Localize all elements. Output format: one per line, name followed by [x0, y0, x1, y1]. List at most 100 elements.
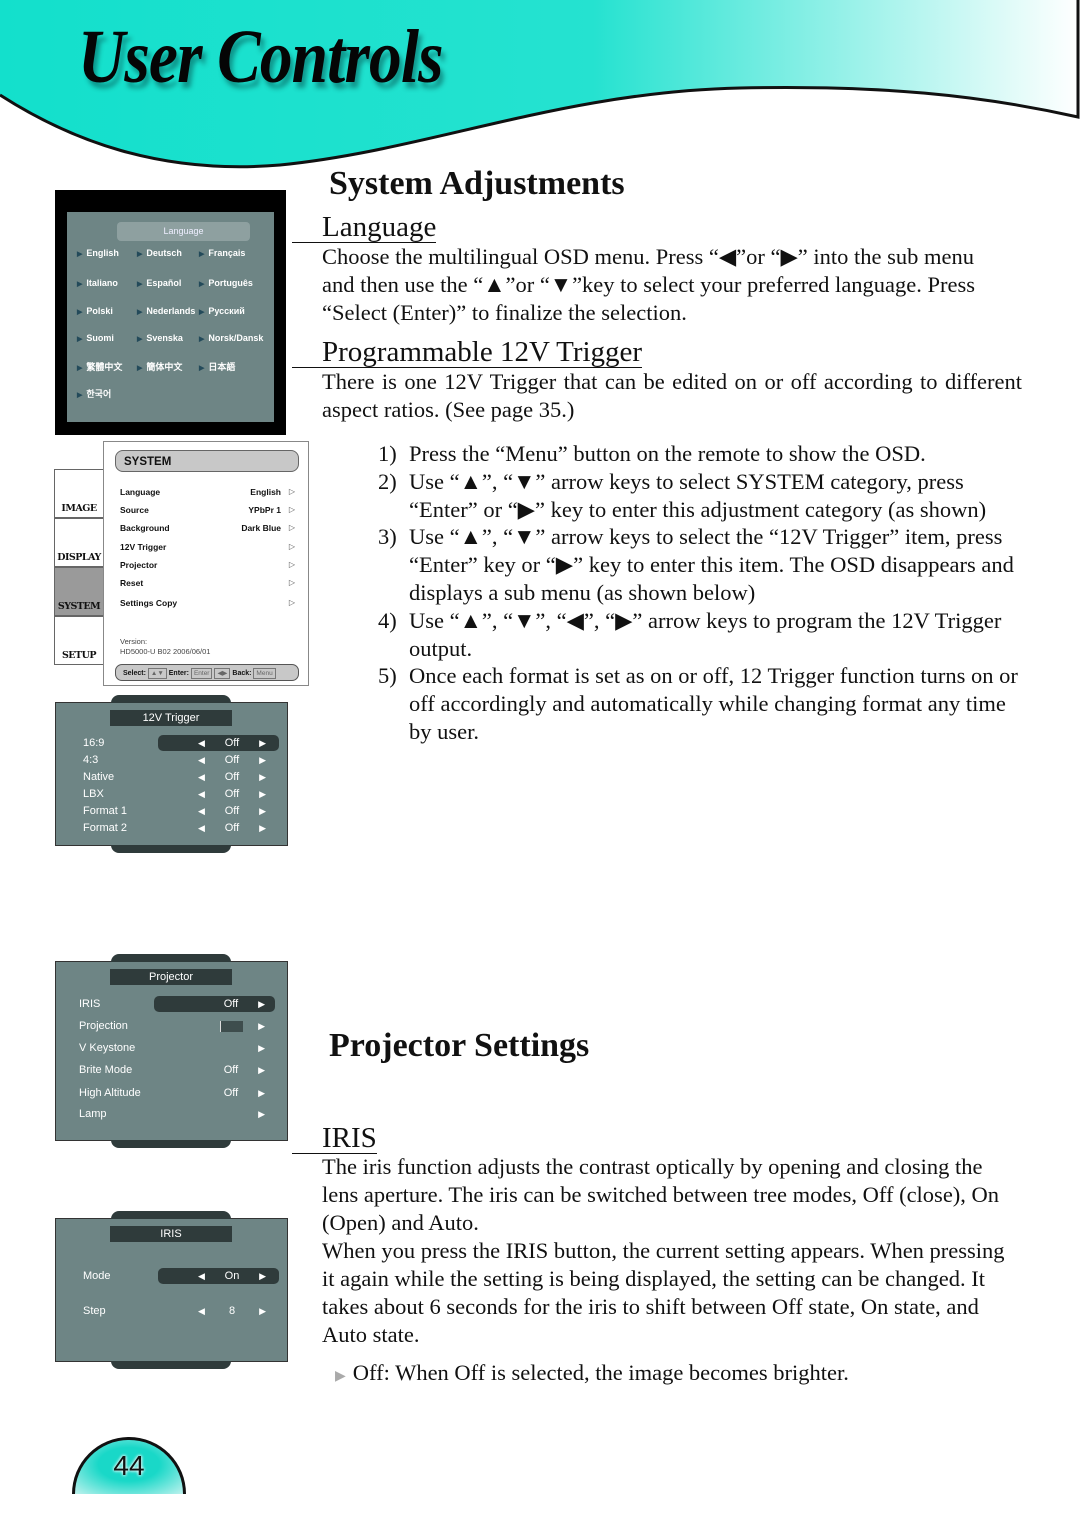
step-text: Once each format is set as on or off, 12… — [409, 663, 1018, 744]
language-option[interactable]: Português — [199, 278, 253, 288]
trigger-row[interactable]: 16:9 ◀ Off ▶ — [83, 735, 279, 751]
iris-bullet: ▶ Off: When Off is selected, the image be… — [335, 1360, 849, 1386]
enter-key: Enter — [190, 668, 213, 679]
language-option[interactable]: Suomi — [77, 333, 114, 343]
system-row-background[interactable]: Background Dark Blue ▷ — [120, 523, 295, 533]
step-text: Use “▲”, “▼” arrow keys to select SYSTEM… — [409, 468, 987, 522]
hint-select: Select: — [123, 670, 146, 677]
arrow-left-icon[interactable]: ◀ — [198, 1304, 205, 1319]
row-value: Off — [224, 822, 240, 834]
row-label: V Keystone — [79, 1042, 136, 1054]
row-label: Step — [83, 1305, 106, 1317]
language-option[interactable]: Polski — [77, 306, 113, 316]
row-control: ◀ 8 ▶ — [198, 1304, 266, 1319]
iris-row-step[interactable]: Step ◀ 8 ▶ — [83, 1304, 279, 1319]
row-label: Source — [120, 505, 149, 515]
language-option[interactable]: Français — [199, 248, 245, 258]
language-option[interactable]: Español — [137, 278, 181, 288]
arrow-left-icon[interactable]: ◀ — [198, 1269, 205, 1284]
trigger-row[interactable]: Format 1 ◀ Off ▶ — [83, 804, 279, 819]
row-value: Off — [224, 805, 240, 817]
projector-row-projection[interactable]: Projection ▶ — [79, 1019, 275, 1034]
system-row-reset[interactable]: Reset ▷ — [120, 578, 295, 588]
trigger-row[interactable]: Format 2 ◀ Off ▶ — [83, 821, 279, 836]
arrow-right-icon[interactable]: ▶ — [258, 1041, 265, 1056]
row-label: LBX — [83, 788, 104, 800]
system-row-language[interactable]: Language English ▷ — [120, 487, 295, 497]
system-row-projector[interactable]: Projector ▷ — [120, 560, 295, 570]
page-title: User Controls — [78, 15, 444, 99]
language-option[interactable]: Nederlands — [137, 306, 195, 316]
row-control: ▶ — [197, 1019, 265, 1034]
arrow-right-icon[interactable]: ▶ — [259, 770, 266, 785]
arrow-right-icon[interactable]: ▶ — [258, 1019, 265, 1034]
language-option[interactable]: English — [77, 248, 119, 258]
system-row-settings-copy[interactable]: Settings Copy ▷ — [120, 598, 295, 608]
projector-row-brite-mode[interactable]: Brite Mode Off ▶ — [79, 1063, 275, 1078]
arrow-right-icon[interactable]: ▶ — [259, 804, 266, 819]
arrow-right-icon[interactable]: ▶ — [258, 1063, 265, 1078]
language-option[interactable]: 繁體中文 — [77, 360, 122, 373]
system-row-source[interactable]: Source YPbPr 1 ▷ — [120, 505, 295, 515]
row-label: Format 2 — [83, 822, 128, 834]
arrow-left-icon[interactable]: ◀ — [198, 821, 205, 836]
language-panel: Language English Deutsch Français Italia… — [67, 212, 274, 422]
language-option[interactable]: Svenska — [137, 333, 183, 343]
tab-display[interactable]: DISPLAY — [54, 518, 104, 567]
arrow-right-icon[interactable]: ▶ — [259, 753, 266, 768]
trigger-row[interactable]: 4:3 ◀ Off ▶ — [83, 753, 279, 768]
version-value: HD5000-U B02 2006/06/01 — [120, 647, 211, 656]
section-heading-system-adjustments: System Adjustments — [329, 165, 625, 202]
arrow-left-icon[interactable]: ◀ — [198, 770, 205, 785]
language-option[interactable]: 簡体中文 — [137, 360, 182, 373]
step-item: 1) Press the “Menu” button on the remote … — [378, 440, 1028, 468]
row-value: Off — [223, 1087, 239, 1099]
arrow-right-icon[interactable]: ▶ — [259, 1269, 266, 1284]
projector-row-iris[interactable]: IRIS Off ▶ — [79, 996, 275, 1012]
osd-key-hints: Select: ▲▼ Enter: Enter ◀▶ Back: Menu — [115, 664, 299, 681]
arrow-right-icon[interactable]: ▶ — [259, 1304, 266, 1319]
language-option[interactable]: Deutsch — [137, 248, 182, 258]
language-option[interactable]: Norsk/Dansk — [199, 333, 263, 343]
trigger-row[interactable]: LBX ◀ Off ▶ — [83, 787, 279, 802]
row-label: Lamp — [79, 1108, 107, 1120]
language-option[interactable]: 한국어 — [77, 387, 111, 400]
step-number: 1) — [378, 441, 397, 466]
row-label: Language — [120, 487, 161, 497]
tab-system[interactable]: SYSTEM — [54, 567, 104, 616]
row-control: ◀ Off ▶ — [198, 770, 266, 785]
arrow-right-icon[interactable]: ▶ — [259, 736, 266, 751]
chevron-right-icon: ▷ — [288, 505, 295, 514]
trigger-row[interactable]: Native ◀ Off ▶ — [83, 770, 279, 785]
tab-image[interactable]: IMAGE — [54, 469, 104, 518]
panel-cap — [111, 695, 231, 703]
arrow-left-icon[interactable]: ◀ — [198, 736, 205, 751]
projector-row-high-altitude[interactable]: High Altitude Off ▶ — [79, 1086, 275, 1101]
arrow-right-icon[interactable]: ▶ — [258, 1107, 265, 1122]
projector-row-lamp[interactable]: Lamp ▶ — [79, 1107, 275, 1122]
language-option[interactable]: Italiano — [77, 278, 118, 288]
arrow-right-icon[interactable]: ▶ — [258, 997, 265, 1012]
panel-cap — [111, 845, 231, 853]
row-label: Settings Copy — [120, 598, 178, 608]
row-control: ◀ On ▶ — [198, 1269, 266, 1284]
arrow-left-icon[interactable]: ◀ — [198, 804, 205, 819]
step-item: 4) Use “▲”, “▼”, “◀”, “▶” arrow keys to p… — [378, 607, 1028, 663]
language-option[interactable]: Русский — [199, 306, 244, 316]
arrow-right-icon[interactable]: ▶ — [259, 821, 266, 836]
version-label: Version: — [120, 637, 148, 646]
arrow-right-icon[interactable]: ▶ — [259, 787, 266, 802]
panel-cap — [111, 954, 231, 962]
arrow-right-icon[interactable]: ▶ — [258, 1086, 265, 1101]
language-option[interactable]: 日本語 — [199, 360, 235, 373]
tab-setup[interactable]: SETUP — [54, 616, 104, 665]
arrow-left-icon[interactable]: ◀ — [198, 787, 205, 802]
arrow-left-icon[interactable]: ◀ — [198, 753, 205, 768]
subheading-language: Language — [292, 212, 437, 243]
iris-row-mode[interactable]: Mode ◀ On ▶ — [83, 1268, 279, 1284]
system-row-12v-trigger[interactable]: 12V Trigger ▷ — [120, 542, 295, 552]
language-menu-title: Language — [117, 222, 250, 241]
hint-enter: Enter: — [168, 670, 189, 677]
trigger-steps-list: 1) Press the “Menu” button on the remote … — [378, 440, 1028, 746]
projector-row-v-keystone[interactable]: V Keystone ▶ — [79, 1041, 275, 1056]
